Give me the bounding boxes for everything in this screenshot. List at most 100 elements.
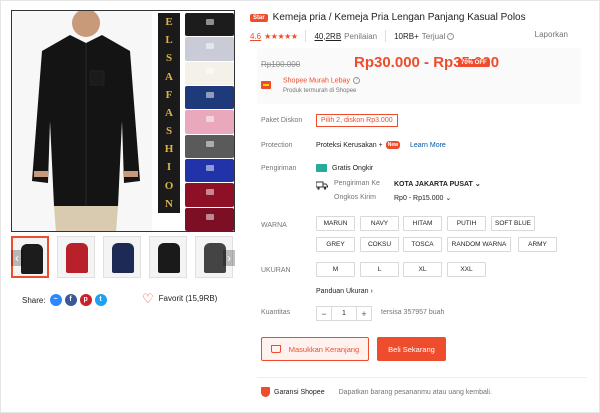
original-price: Rp100.000	[261, 60, 301, 69]
size-option[interactable]: XXL	[447, 262, 486, 277]
ship-cost-select[interactable]: Rp0 - Rp15.000 ⌄	[394, 194, 451, 202]
new-badge: New	[385, 141, 401, 149]
ship-to-label: Pengiriman Ke	[334, 180, 380, 187]
color-label: WARNA	[261, 222, 287, 229]
shirt-color-swatch	[185, 85, 234, 110]
brand-letter: L	[165, 34, 173, 47]
help-icon[interactable]: ?	[352, 77, 360, 84]
thumbnail-shirt	[158, 243, 180, 273]
thumbnail[interactable]	[57, 236, 95, 278]
color-option[interactable]: NAVY	[360, 216, 399, 231]
shirt-color-swatch	[185, 183, 234, 207]
color-option[interactable]: PUTIH	[447, 216, 486, 231]
model-photo	[12, 11, 152, 231]
guarantee-title: Garansi Shopee	[274, 388, 325, 396]
size-option[interactable]: L	[360, 262, 399, 277]
sold-label: Terjual	[421, 31, 446, 41]
shirt-color-swatch	[185, 158, 234, 183]
color-option[interactable]: COKSU	[360, 237, 399, 252]
favorite-button[interactable]: ♡ Favorit (15,9RB)	[142, 292, 217, 305]
learn-more-link[interactable]: Learn More	[410, 142, 446, 149]
color-option[interactable]: SOFT BLUE	[491, 216, 535, 231]
share-label: Share:	[22, 295, 46, 305]
add-to-cart-label: Masukkan Keranjang	[288, 344, 360, 354]
ratings-count[interactable]: 40,2RB	[314, 32, 341, 41]
brand-letter: A	[165, 106, 173, 119]
divider	[385, 30, 387, 42]
divider	[305, 30, 307, 42]
stats-row: 4.6 ★★★★★ 40,2RB Penilaian 10RB+ Terjual…	[250, 30, 580, 42]
shirt-color-swatch	[185, 207, 234, 231]
color-option[interactable]: ARMY	[518, 237, 557, 252]
star-badge: Star	[250, 13, 268, 22]
protection-label: Protection	[261, 142, 293, 149]
shirt-color-swatch	[185, 37, 234, 61]
brand-letter: A	[165, 70, 173, 83]
thumbnail-strip: ‹ ›	[11, 236, 235, 278]
shopee-guarantee-row: Garansi Shopee Dapatkan barang pesananmu…	[261, 387, 492, 397]
rating-stars-icon: ★★★★★	[264, 31, 298, 41]
color-option[interactable]: HITAM	[403, 216, 442, 231]
rating-value[interactable]: 4.6	[250, 32, 261, 41]
buy-now-button[interactable]: Beli Sekarang	[377, 337, 446, 361]
ship-to-city-value: KOTA JAKARTA PUSAT	[394, 181, 473, 188]
shipping-label: Pengiriman	[261, 165, 297, 172]
size-guide-label: Panduan Ukuran	[316, 288, 369, 295]
brand-letter: E	[165, 16, 173, 29]
color-swatch-column	[185, 13, 234, 231]
thumb-next-icon[interactable]: ›	[223, 250, 235, 266]
brand-letter: O	[164, 179, 174, 192]
chevron-down-icon: ⌄	[445, 195, 452, 202]
quantity-stepper: − 1 +	[316, 306, 372, 321]
facebook-icon[interactable]: f	[64, 294, 77, 306]
model-shirt-illustration	[12, 11, 152, 231]
paket-label: Paket Diskon	[261, 117, 303, 124]
thumbnail-shirt	[66, 243, 88, 273]
thumb-prev-icon[interactable]: ‹	[11, 250, 23, 266]
report-link[interactable]: Laporkan	[535, 30, 568, 39]
pinterest-icon[interactable]: p	[79, 294, 92, 306]
ship-cost-value: Rp0 - Rp15.000	[394, 195, 444, 202]
add-to-cart-button[interactable]: Masukkan Keranjang	[261, 337, 369, 361]
stock-remaining: tersisa 357957 buah	[381, 309, 445, 316]
main-product-image[interactable]: ELSAFASHION	[11, 10, 235, 232]
heart-icon: ♡	[142, 291, 154, 306]
help-icon[interactable]: ?	[447, 32, 455, 40]
free-shipping-row: Gratis Ongkir	[316, 164, 373, 172]
shirt-color-swatch	[185, 110, 234, 134]
quantity-minus-button[interactable]: −	[317, 307, 331, 320]
color-option[interactable]: MARUN	[316, 216, 355, 231]
thumbnail-shirt	[112, 243, 134, 273]
quantity-plus-button[interactable]: +	[357, 307, 371, 320]
murah-lebay-label: Shopee Murah Lebay?	[283, 77, 360, 84]
product-info-panel: Star Kemeja pria / Kemeja Pria Lengan Pa…	[250, 0, 590, 413]
ship-to-city-select[interactable]: KOTA JAKARTA PUSAT ⌄	[394, 180, 481, 188]
thumbnail[interactable]	[149, 236, 187, 278]
thumbnail[interactable]	[103, 236, 141, 278]
free-shipping-label: Gratis Ongkir	[332, 164, 374, 172]
brand-watermark-strip: ELSAFASHION	[158, 13, 180, 213]
size-option[interactable]: XL	[403, 262, 442, 277]
color-option[interactable]: GREY	[316, 237, 355, 252]
size-guide-link[interactable]: Panduan Ukuran ›	[316, 288, 373, 295]
shirt-color-swatch	[185, 61, 234, 85]
chevron-right-icon: ›	[370, 288, 373, 295]
twitter-icon[interactable]: t	[94, 294, 107, 306]
messenger-icon[interactable]: ~	[49, 294, 62, 306]
ratings-label: Penilaian	[344, 31, 378, 41]
brand-letter: I	[166, 161, 172, 174]
murah-lebay-subtitle: Produk termurah di Shopee	[283, 88, 357, 94]
discount-badge: 70% OFF	[458, 59, 490, 67]
brand-letter: N	[165, 197, 173, 210]
size-label: UKURAN	[261, 267, 291, 274]
color-option[interactable]: TOSCA	[403, 237, 442, 252]
shield-icon	[261, 387, 270, 397]
divider	[257, 377, 587, 378]
paket-diskon-option[interactable]: Pilih 2, diskon Rp3.000	[316, 114, 398, 127]
shirt-color-swatch	[185, 134, 234, 158]
color-option[interactable]: RANDOM WARNA	[447, 237, 511, 252]
guarantee-description: Dapatkan barang pesananmu atau uang kemb…	[338, 388, 492, 396]
free-shipping-icon	[316, 164, 327, 172]
size-option[interactable]: M	[316, 262, 355, 277]
quantity-input[interactable]: 1	[331, 307, 357, 320]
